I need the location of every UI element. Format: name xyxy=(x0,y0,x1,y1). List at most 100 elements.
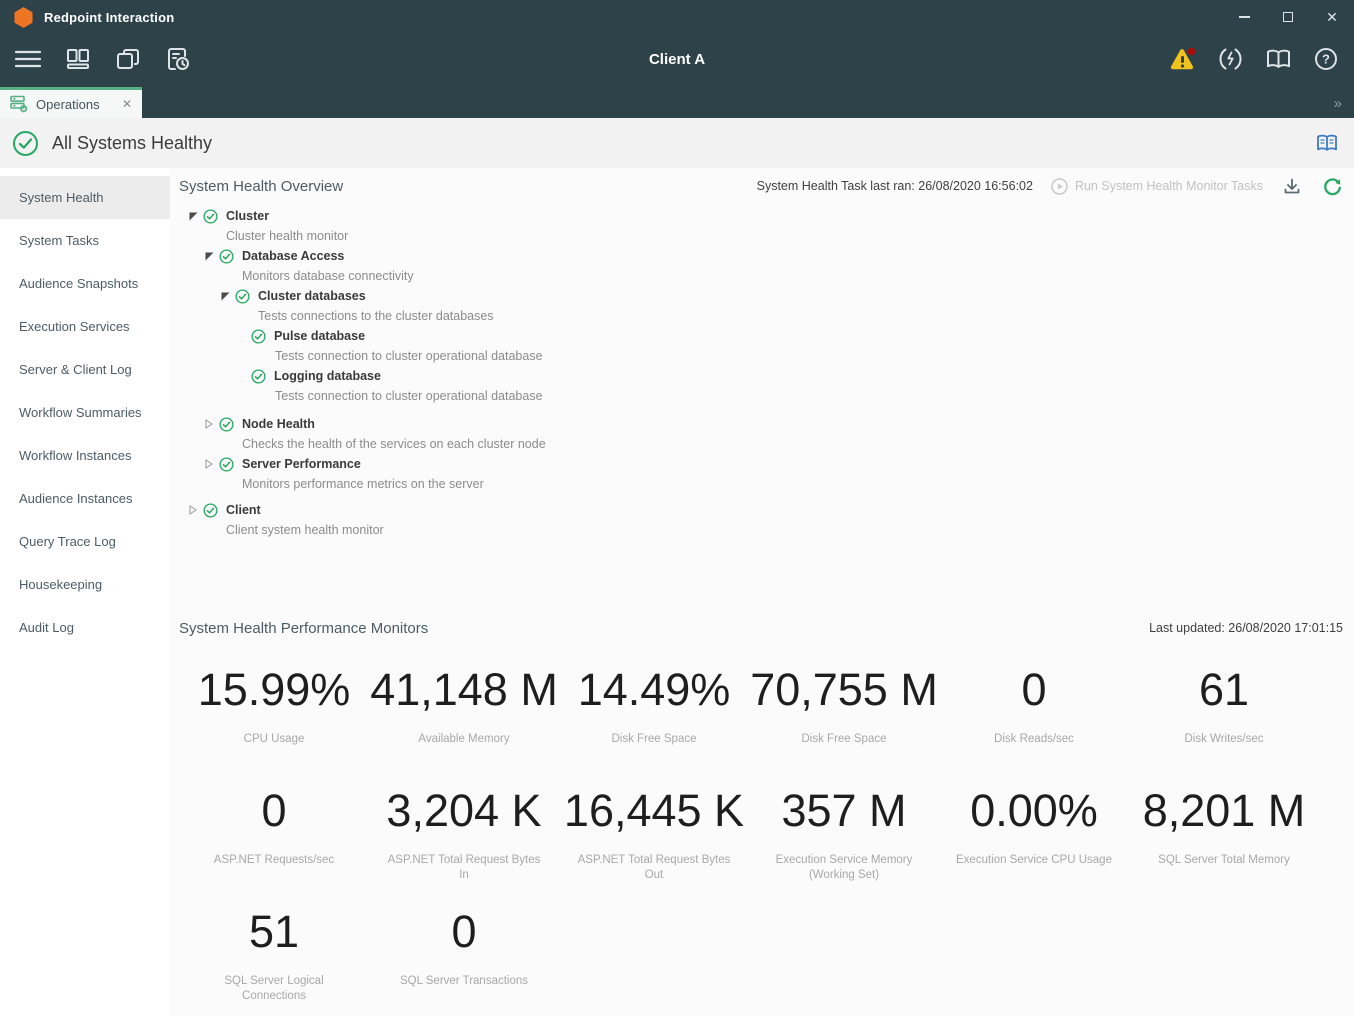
tree-node-server-performance[interactable]: Server Performance xyxy=(179,454,1343,474)
sidebar-item-audience-instances[interactable]: Audience Instances xyxy=(0,477,170,520)
sidebar-item-workflow-summaries[interactable]: Workflow Summaries xyxy=(0,391,170,434)
metric-label: Disk Reads/sec xyxy=(939,732,1129,747)
metric-sql-total-memory: 8,201 MSQL Server Total Memory xyxy=(1129,775,1319,896)
metric-value: 0.00% xyxy=(939,775,1129,847)
menu-icon[interactable] xyxy=(14,45,42,73)
refresh-icon[interactable] xyxy=(1321,175,1343,197)
tab-strip: Operations ✕ » xyxy=(0,84,1354,118)
client-title: Client A xyxy=(0,51,1354,68)
metric-value: 70,755 M xyxy=(749,654,939,726)
tree-node-label: Cluster xyxy=(226,209,269,223)
tree-node-database-access[interactable]: Database Access xyxy=(179,246,1343,266)
monitors-header: System Health Performance Monitors Last … xyxy=(179,612,1343,644)
expander-expanded-icon[interactable] xyxy=(187,212,199,221)
metric-cpu-usage: 15.99%CPU Usage xyxy=(179,654,369,775)
sync-icon[interactable] xyxy=(1216,45,1244,73)
metric-disk-free-space-mb: 70,755 MDisk Free Space xyxy=(749,654,939,775)
metric-execution-service-memory: 357 MExecution Service Memory (Working S… xyxy=(749,775,939,896)
play-circle-icon xyxy=(1051,178,1068,195)
tree-node-label: Pulse database xyxy=(274,329,365,343)
window-controls: ✕ xyxy=(1222,0,1354,34)
healthy-check-icon xyxy=(203,503,218,518)
tree-node-desc: Tests connections to the cluster databas… xyxy=(179,306,1343,326)
expander-collapsed-icon[interactable] xyxy=(203,459,215,469)
sidebar-item-server-client-log[interactable]: Server & Client Log xyxy=(0,348,170,391)
tree-node-cluster[interactable]: Cluster xyxy=(179,206,1343,226)
sidebar-item-system-tasks[interactable]: System Tasks xyxy=(0,219,170,262)
app-title: Redpoint Interaction xyxy=(44,10,174,25)
close-button[interactable]: ✕ xyxy=(1310,0,1354,34)
healthy-check-icon xyxy=(251,369,266,384)
metric-disk-reads: 0 Disk Reads/sec xyxy=(939,654,1129,775)
metric-label: Disk Free Space xyxy=(559,732,749,747)
metric-aspnet-bytes-out: 16,445 KASP.NET Total Request Bytes Out xyxy=(559,775,749,896)
healthy-check-icon xyxy=(203,209,218,224)
healthy-check-icon xyxy=(235,289,250,304)
redpoint-logo-icon xyxy=(13,7,34,28)
system-status-bar: All Systems Healthy xyxy=(0,118,1354,168)
copy-icon[interactable] xyxy=(114,45,142,73)
tab-operations[interactable]: Operations ✕ xyxy=(0,87,142,118)
tree-node-pulse-database[interactable]: Pulse database xyxy=(179,326,1343,346)
metric-value: 8,201 M xyxy=(1129,775,1319,847)
metric-sql-logical-connections: 51 SQL Server Logical Connections xyxy=(179,896,369,1017)
metric-value: 51 xyxy=(179,896,369,968)
maximize-button[interactable] xyxy=(1266,0,1310,34)
tree-node-desc: Tests connection to cluster operational … xyxy=(179,346,1343,366)
metric-label: SQL Server Logical Connections xyxy=(179,974,369,1004)
tree-node-client[interactable]: Client xyxy=(179,500,1343,520)
sidebar-item-audience-snapshots[interactable]: Audience Snapshots xyxy=(0,262,170,305)
sidebar-item-system-health[interactable]: System Health xyxy=(0,176,170,219)
metric-label: ASP.NET Total Request Bytes In xyxy=(369,853,559,883)
expander-expanded-icon[interactable] xyxy=(219,292,231,301)
documentation-book-icon[interactable] xyxy=(1264,45,1292,73)
sidebar-item-execution-services[interactable]: Execution Services xyxy=(0,305,170,348)
metric-execution-service-cpu: 0.00%Execution Service CPU Usage xyxy=(939,775,1129,896)
content-area: System Health Overview System Health Tas… xyxy=(170,168,1354,1016)
download-icon[interactable] xyxy=(1281,175,1303,197)
run-button-label: Run System Health Monitor Tasks xyxy=(1075,179,1263,193)
overview-header: System Health Overview System Health Tas… xyxy=(179,170,1343,202)
sidebar-item-housekeeping[interactable]: Housekeeping xyxy=(0,563,170,606)
expander-expanded-icon[interactable] xyxy=(203,252,215,261)
metric-value: 0 xyxy=(939,654,1129,726)
workspace-icon[interactable] xyxy=(64,45,92,73)
metric-label: SQL Server Transactions xyxy=(369,974,559,989)
tree-node-label: Server Performance xyxy=(242,457,361,471)
run-monitor-tasks-button[interactable]: Run System Health Monitor Tasks xyxy=(1051,178,1263,195)
metric-value: 14.49% xyxy=(559,654,749,726)
metric-aspnet-bytes-in: 3,204 K ASP.NET Total Request Bytes In xyxy=(369,775,559,896)
sidebar-item-workflow-instances[interactable]: Workflow Instances xyxy=(0,434,170,477)
system-health-tree: Cluster Cluster health monitor Database … xyxy=(179,206,1343,540)
tab-label: Operations xyxy=(36,97,100,112)
last-updated-text: Last updated: 26/08/2020 17:01:15 xyxy=(1149,621,1343,635)
tree-node-desc: Tests connection to cluster operational … xyxy=(179,386,1343,406)
metric-label: CPU Usage xyxy=(179,732,369,747)
expander-collapsed-icon[interactable] xyxy=(203,419,215,429)
minimize-button[interactable] xyxy=(1222,0,1266,34)
healthy-check-icon xyxy=(251,329,266,344)
metric-sql-transactions: 0 SQL Server Transactions xyxy=(369,896,559,1017)
sidebar-item-audit-log[interactable]: Audit Log xyxy=(0,606,170,649)
tree-node-node-health[interactable]: Node Health xyxy=(179,414,1343,434)
report-book-icon[interactable] xyxy=(1316,134,1342,153)
tab-close-icon[interactable]: ✕ xyxy=(122,98,132,110)
help-icon[interactable]: ? xyxy=(1312,45,1340,73)
metric-value: 0 xyxy=(369,896,559,968)
tree-node-logging-database[interactable]: Logging database xyxy=(179,366,1343,386)
status-text: All Systems Healthy xyxy=(52,133,212,154)
sidebar: System Health System Tasks Audience Snap… xyxy=(0,168,170,1016)
sidebar-item-query-trace-log[interactable]: Query Trace Log xyxy=(0,520,170,563)
tree-node-desc: Cluster health monitor xyxy=(179,226,1343,246)
metric-value: 3,204 K xyxy=(369,775,559,847)
tree-node-cluster-databases[interactable]: Cluster databases xyxy=(179,286,1343,306)
alerts-warning-icon[interactable] xyxy=(1168,45,1196,73)
metric-available-memory: 41,148 MAvailable Memory xyxy=(369,654,559,775)
metric-value: 16,445 K xyxy=(559,775,749,847)
expander-collapsed-icon[interactable] xyxy=(187,505,199,515)
scheduled-document-icon[interactable] xyxy=(164,45,192,73)
metric-value: 357 M xyxy=(749,775,939,847)
operations-server-gear-icon xyxy=(10,95,28,113)
tab-overflow-chevron-icon[interactable]: » xyxy=(1334,96,1342,111)
metric-value: 61 xyxy=(1129,654,1319,726)
